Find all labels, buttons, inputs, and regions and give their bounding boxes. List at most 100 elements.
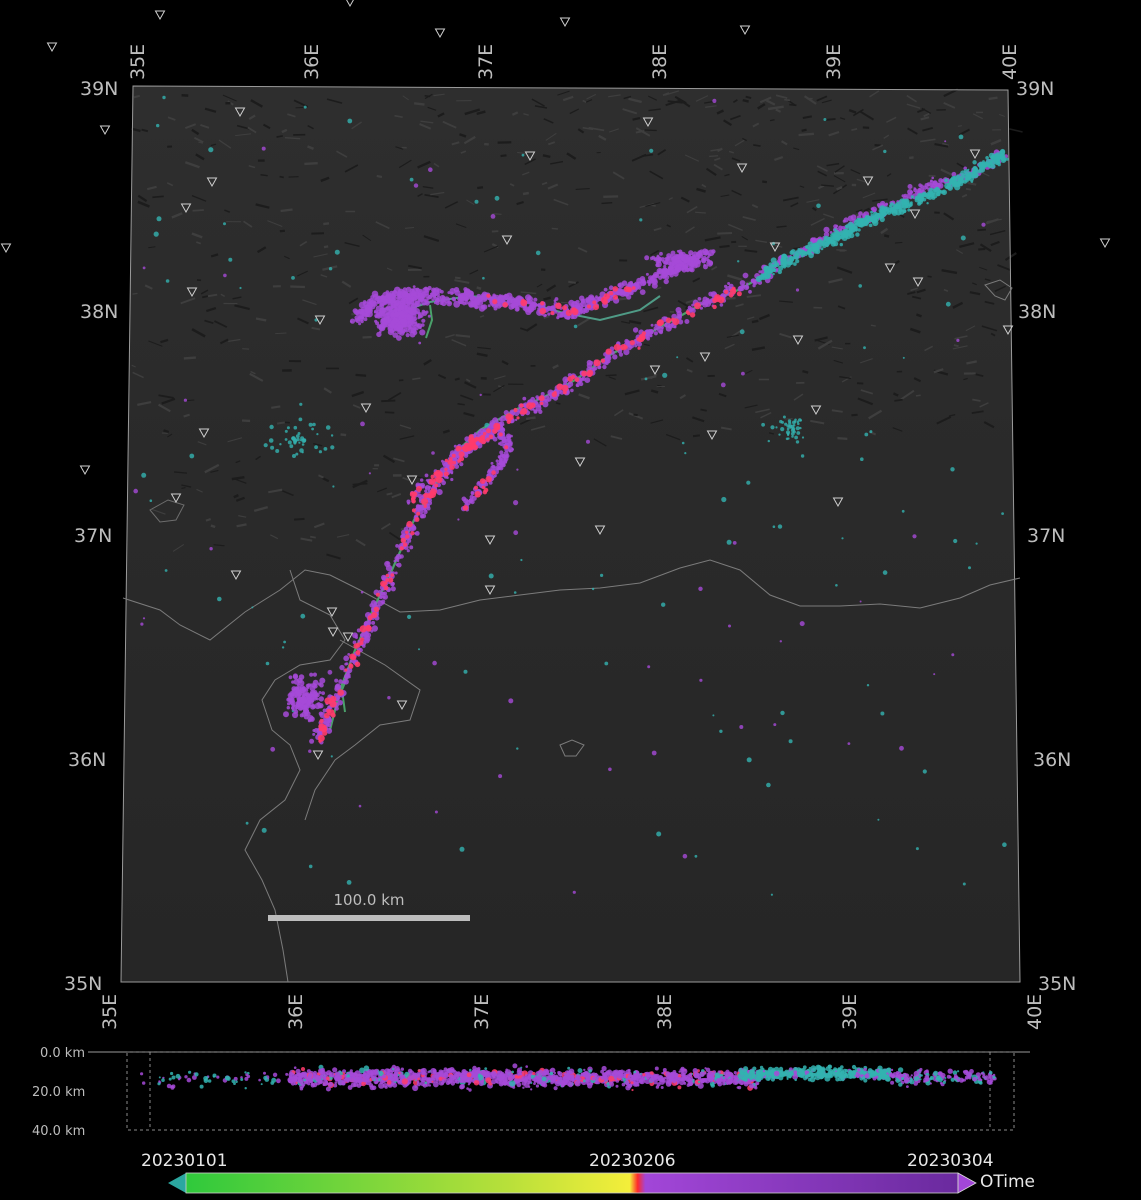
depth-label: 0.0 km [40, 1046, 85, 1061]
earthquake-event-dot [563, 381, 567, 385]
earthquake-event-dot [265, 661, 270, 666]
earthquake-event-dot [384, 560, 391, 568]
earthquake-event-dot [549, 305, 555, 311]
earthquake-event-dot [623, 286, 630, 292]
depth-event-dot [497, 1071, 500, 1074]
earthquake-event-dot [1001, 512, 1004, 515]
earthquake-event-dot [513, 591, 517, 594]
earthquake-event-dot [521, 153, 525, 157]
earthquake-event-dot [805, 251, 809, 255]
relief-stroke [202, 295, 208, 299]
earthquake-event-dot [309, 738, 315, 744]
earthquake-event-dot [696, 260, 702, 265]
earthquake-event-dot [656, 831, 662, 837]
earthquake-event-dot [799, 621, 805, 627]
earthquake-event-dot [933, 188, 938, 193]
earthquake-event-dot [651, 750, 657, 756]
relief-stroke [271, 405, 281, 409]
earthquake-event-dot [858, 284, 862, 288]
earthquake-event-dot [833, 236, 838, 241]
earthquake-event-dot [346, 880, 352, 885]
earthquake-event-dot [870, 207, 875, 211]
station-marker-icon [559, 17, 571, 28]
earthquake-event-dot [412, 525, 417, 530]
earthquake-event-dot [629, 340, 635, 346]
earthquake-event-dot [283, 711, 289, 718]
lon-label-bottom: 37E [471, 994, 493, 1030]
earthquake-event-dot [427, 314, 431, 318]
earthquake-event-dot [688, 263, 693, 268]
earthquake-event-dot [952, 181, 957, 185]
relief-stroke [769, 119, 775, 122]
earthquake-event-dot [664, 274, 668, 278]
earthquake-event-dot [410, 292, 415, 297]
earthquake-event-dot [366, 298, 373, 305]
earthquake-event-dot [774, 262, 780, 268]
lon-label-bottom: 36E [285, 994, 307, 1030]
earthquake-event-dot [400, 537, 407, 543]
earthquake-event-dot [729, 288, 737, 295]
earthquake-event-dot [332, 485, 335, 488]
earthquake-event-dot [339, 664, 345, 671]
earthquake-event-dot [960, 170, 966, 176]
earthquake-event-dot [688, 250, 694, 256]
relief-stroke [784, 98, 791, 102]
relief-stroke [776, 225, 787, 228]
earthquake-event-dot [261, 146, 266, 151]
earthquake-map: 100.0 km 35E 36E 37E 38E 39E 40E 35E 36E… [0, 0, 1111, 1194]
relief-stroke [851, 413, 858, 417]
relief-stroke [762, 180, 768, 184]
earthquake-event-dot [767, 439, 770, 443]
earthquake-event-dot [307, 699, 312, 704]
earthquake-event-dot [637, 346, 641, 350]
earthquake-event-dot [782, 415, 786, 419]
earthquake-event-dot [667, 323, 674, 329]
earthquake-event-dot [299, 439, 302, 442]
earthquake-event-dot [464, 296, 470, 302]
earthquake-event-dot [912, 534, 917, 539]
relief-stroke [894, 398, 903, 402]
earthquake-event-dot [409, 308, 416, 316]
earthquake-event-dot [945, 185, 949, 189]
earthquake-event-dot [650, 323, 654, 327]
earthquake-event-dot [405, 534, 410, 539]
earthquake-event-dot [786, 432, 790, 436]
earthquake-event-dot [510, 303, 516, 309]
relief-stroke [309, 535, 316, 539]
depth-event-dot [313, 1070, 317, 1075]
earthquake-event-dot [792, 424, 796, 427]
relief-stroke [965, 187, 971, 191]
earthquake-event-dot [910, 195, 915, 199]
earthquake-event-dot [270, 746, 276, 752]
earthquake-event-dot [997, 162, 1001, 167]
depth-label: 40.0 km [32, 1124, 85, 1139]
depth-event-dot [293, 1066, 297, 1069]
earthquake-event-dot [953, 538, 958, 544]
earthquake-event-dot [807, 241, 813, 247]
earthquake-event-dot [435, 301, 440, 306]
earthquake-event-dot [538, 395, 545, 402]
earthquake-event-dot [410, 295, 417, 302]
earthquake-event-dot [879, 216, 885, 223]
earthquake-event-dot [435, 297, 440, 302]
earthquake-event-dot [573, 324, 578, 329]
earthquake-event-dot [299, 402, 303, 406]
earthquake-event-dot [365, 632, 372, 638]
depth-event-dot [722, 1082, 726, 1086]
earthquake-event-dot [864, 432, 869, 437]
earthquake-event-dot [690, 256, 695, 261]
earthquake-event-dot [613, 343, 621, 351]
earthquake-event-dot [779, 640, 782, 643]
earthquake-event-dot [420, 478, 424, 482]
depth-section-frame [126, 1051, 1015, 1131]
earthquake-event-dot [508, 698, 514, 704]
earthquake-event-dot [717, 296, 725, 304]
earthquake-event-dot [492, 428, 498, 434]
lat-label-right: 37N [1027, 525, 1065, 547]
earthquake-event-dot [416, 511, 421, 516]
earthquake-event-dot [358, 308, 365, 315]
station-marker-icon [1099, 238, 1111, 249]
relief-stroke [522, 191, 530, 196]
earthquake-event-dot [968, 566, 971, 570]
relief-stroke [542, 154, 551, 159]
